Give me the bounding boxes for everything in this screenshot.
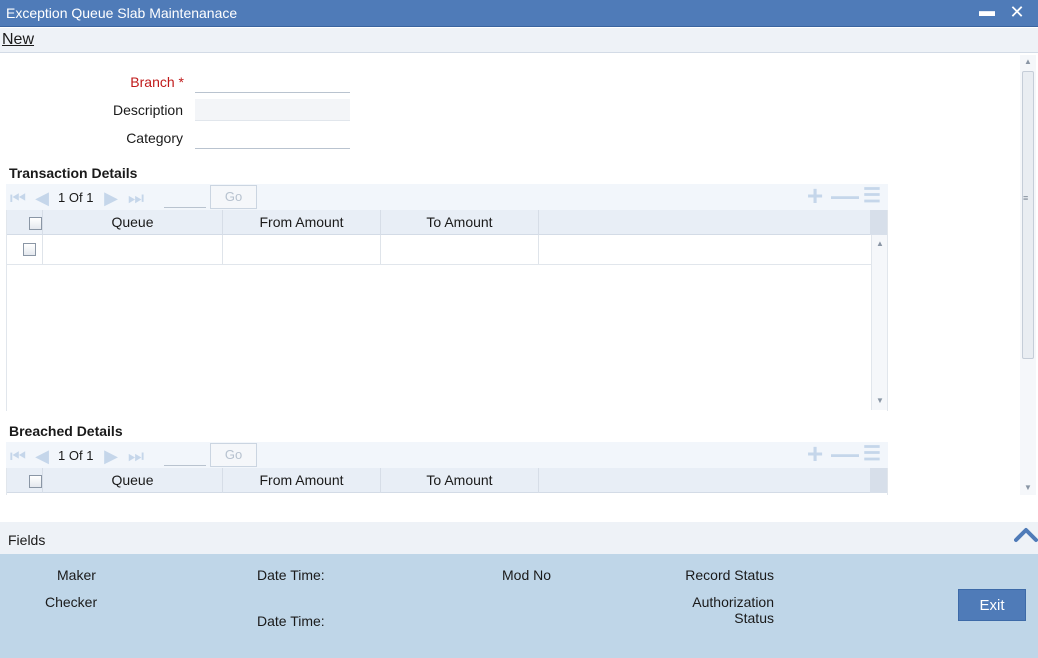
column-header-queue: Queue <box>43 210 223 235</box>
category-label: Category <box>126 130 183 146</box>
page-scroll-thumb[interactable] <box>1022 71 1034 359</box>
row-select-cell <box>7 235 43 264</box>
scroll-down-icon[interactable]: ▼ <box>872 394 888 408</box>
column-header-to-amount: To Amount <box>381 210 539 235</box>
to-amount-cell[interactable] <box>381 235 539 264</box>
page-scroll-up-icon[interactable]: ▲ <box>1020 55 1036 69</box>
maker-label: Maker <box>57 567 96 583</box>
go-button[interactable]: Go <box>210 443 257 467</box>
collapse-chevron-icon[interactable] <box>1014 524 1038 546</box>
header-select-cell <box>7 468 43 493</box>
description-label: Description <box>112 102 183 118</box>
breached-grid-toolbar: ⏮ ◀ 1 Of 1 ▶ ⏭ Go + — ☰ <box>6 440 888 469</box>
required-mark: * <box>178 74 184 90</box>
column-header-from-amount: From Amount <box>223 210 381 235</box>
authorization-label: Authorization <box>692 594 774 610</box>
authorization-status-label: Status <box>734 610 774 626</box>
add-row-icon[interactable]: + <box>802 440 828 468</box>
column-header-to-amount: To Amount <box>381 468 539 493</box>
title-bar: Exception Queue Slab Maintenanace ▬ ✕ <box>0 0 1038 27</box>
header-select-cell <box>7 210 43 235</box>
grid-header: Queue From Amount To Amount <box>7 468 887 493</box>
transaction-details-title: Transaction Details <box>9 165 138 181</box>
from-amount-cell[interactable] <box>223 235 381 264</box>
column-header-from-amount: From Amount <box>223 468 381 493</box>
minimize-icon[interactable]: ▬ <box>977 2 997 24</box>
record-status-label: Record Status <box>685 567 774 583</box>
previous-page-icon[interactable]: ◀ <box>32 446 52 466</box>
breached-details-title: Breached Details <box>9 423 123 439</box>
page-scrollbar[interactable]: ▲ ≡ ▼ <box>1020 55 1036 495</box>
page-indicator: 1 Of 1 <box>58 448 94 463</box>
delete-row-icon[interactable]: — <box>831 440 859 468</box>
first-page-icon[interactable]: ⏮ <box>8 446 28 466</box>
window-title: Exception Queue Slab Maintenanace <box>6 5 238 21</box>
row-checkbox[interactable] <box>23 243 36 256</box>
transaction-grid-toolbar: ⏮ ◀ 1 Of 1 ▶ ⏭ Go + — ☰ <box>6 182 888 211</box>
checker-label: Checker <box>45 594 98 610</box>
previous-page-icon[interactable]: ◀ <box>32 188 52 208</box>
menu-bar: New <box>0 28 1038 53</box>
add-row-icon[interactable]: + <box>802 182 828 210</box>
grid-scrollbar[interactable]: ▲ ▼ <box>871 235 887 410</box>
next-page-icon[interactable]: ▶ <box>101 188 121 208</box>
column-header-queue: Queue <box>43 468 223 493</box>
page-number-input[interactable] <box>164 445 206 466</box>
queue-cell[interactable] <box>43 235 223 264</box>
last-page-icon[interactable]: ⏭ <box>126 188 146 208</box>
next-page-icon[interactable]: ▶ <box>101 446 121 466</box>
transaction-details-grid: Queue From Amount To Amount ▲ ▼ <box>6 210 888 411</box>
breached-details-grid: Queue From Amount To Amount <box>6 468 888 495</box>
audit-footer: Maker Checker Date Time: Date Time: Mod … <box>0 554 1038 658</box>
branch-label: Branch * <box>130 74 184 90</box>
go-button[interactable]: Go <box>210 185 257 209</box>
grid-header: Queue From Amount To Amount <box>7 210 887 235</box>
view-list-icon[interactable]: ☰ <box>859 184 885 210</box>
mod-no-label: Mod No <box>502 567 552 583</box>
view-list-icon[interactable]: ☰ <box>859 442 885 468</box>
first-page-icon[interactable]: ⏮ <box>8 188 28 208</box>
fields-label: Fields <box>8 532 46 548</box>
description-input[interactable] <box>195 99 350 121</box>
fields-bar: Fields <box>0 522 1038 554</box>
checker-date-time-label: Date Time: <box>257 613 325 629</box>
branch-input[interactable] <box>195 71 350 93</box>
new-link[interactable]: New <box>2 31 34 49</box>
delete-row-icon[interactable]: — <box>831 182 859 210</box>
scroll-grip-icon: ≡ <box>1023 193 1029 203</box>
last-page-icon[interactable]: ⏭ <box>126 446 146 466</box>
page-indicator: 1 Of 1 <box>58 190 94 205</box>
maker-date-time-label: Date Time: <box>257 567 325 583</box>
table-row <box>7 235 873 265</box>
category-input[interactable] <box>195 127 350 149</box>
page-scroll-down-icon[interactable]: ▼ <box>1020 481 1036 495</box>
page-number-input[interactable] <box>164 187 206 208</box>
exit-button[interactable]: Exit <box>958 589 1026 621</box>
close-icon[interactable]: ✕ <box>1007 2 1027 24</box>
select-all-checkbox[interactable] <box>29 217 42 230</box>
scroll-up-icon[interactable]: ▲ <box>872 237 888 251</box>
header-corner <box>870 210 887 235</box>
header-corner <box>870 468 887 493</box>
select-all-checkbox[interactable] <box>29 475 42 488</box>
